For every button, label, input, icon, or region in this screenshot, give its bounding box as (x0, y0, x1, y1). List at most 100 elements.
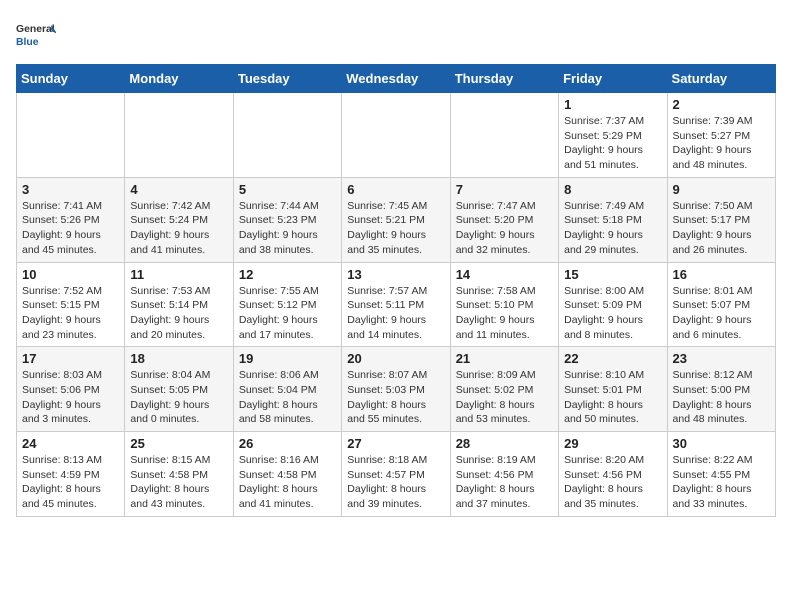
day-cell (233, 93, 341, 178)
day-cell: 2Sunrise: 7:39 AMSunset: 5:27 PMDaylight… (667, 93, 775, 178)
day-cell: 9 Sunrise: 7:50 AMSunset: 5:17 PMDaylight… (667, 177, 775, 262)
weekday-monday: Monday (125, 65, 233, 93)
day-number: 10 (22, 267, 119, 282)
day-info: Sunrise: 7:47 AMSunset: 5:20 PMDaylight:… (456, 199, 553, 258)
day-cell: 24 Sunrise: 8:13 AMSunset: 4:59 PMDayligh… (17, 432, 125, 517)
weekday-thursday: Thursday (450, 65, 558, 93)
day-number: 20 (347, 351, 444, 366)
day-number: 11 (130, 267, 227, 282)
day-number: 2 (673, 97, 770, 112)
day-cell: 26Sunrise: 8:16 AMSunset: 4:58 PMDayligh… (233, 432, 341, 517)
day-number: 15 (564, 267, 661, 282)
day-info: Sunrise: 8:00 AMSunset: 5:09 PMDaylight:… (564, 284, 661, 343)
day-number: 7 (456, 182, 553, 197)
day-cell: 18Sunrise: 8:04 AMSunset: 5:05 PMDayligh… (125, 347, 233, 432)
svg-text:Blue: Blue (16, 37, 39, 48)
weekday-tuesday: Tuesday (233, 65, 341, 93)
day-cell: 29 Sunrise: 8:20 AMSunset: 4:56 PMDayligh… (559, 432, 667, 517)
day-number: 17 (22, 351, 119, 366)
day-number: 22 (564, 351, 661, 366)
day-info: Sunrise: 8:20 AMSunset: 4:56 PMDaylight:… (564, 453, 661, 512)
day-info: Sunrise: 7:41 AMSunset: 5:26 PMDaylight:… (22, 199, 119, 258)
day-number: 24 (22, 436, 119, 451)
day-number: 21 (456, 351, 553, 366)
day-cell: 19 Sunrise: 8:06 AMSunset: 5:04 PMDayligh… (233, 347, 341, 432)
week-row-5: 24 Sunrise: 8:13 AMSunset: 4:59 PMDayligh… (17, 432, 776, 517)
day-info: Sunrise: 8:09 AMSunset: 5:02 PMDaylight:… (456, 368, 553, 427)
day-number: 8 (564, 182, 661, 197)
day-cell: 7 Sunrise: 7:47 AMSunset: 5:20 PMDaylight… (450, 177, 558, 262)
day-info: Sunrise: 7:49 AMSunset: 5:18 PMDaylight:… (564, 199, 661, 258)
day-number: 3 (22, 182, 119, 197)
day-info: Sunrise: 7:42 AMSunset: 5:24 PMDaylight:… (130, 199, 227, 258)
day-number: 16 (673, 267, 770, 282)
day-info: Sunrise: 8:10 AMSunset: 5:01 PMDaylight:… (564, 368, 661, 427)
day-cell: 15 Sunrise: 8:00 AMSunset: 5:09 PMDayligh… (559, 262, 667, 347)
day-cell: 5 Sunrise: 7:44 AMSunset: 5:23 PMDaylight… (233, 177, 341, 262)
day-cell: 22 Sunrise: 8:10 AMSunset: 5:01 PMDayligh… (559, 347, 667, 432)
week-row-1: 1 Sunrise: 7:37 AMSunset: 5:29 PMDaylight… (17, 93, 776, 178)
day-info: Sunrise: 7:55 AMSunset: 5:12 PMDaylight:… (239, 284, 336, 343)
logo-icon: General Blue (16, 16, 56, 56)
calendar-header: SundayMondayTuesdayWednesdayThursdayFrid… (17, 65, 776, 93)
day-cell: 21 Sunrise: 8:09 AMSunset: 5:02 PMDayligh… (450, 347, 558, 432)
week-row-4: 17 Sunrise: 8:03 AMSunset: 5:06 PMDayligh… (17, 347, 776, 432)
weekday-sunday: Sunday (17, 65, 125, 93)
day-info: Sunrise: 8:12 AMSunset: 5:00 PMDaylight:… (673, 368, 770, 427)
day-number: 18 (130, 351, 227, 366)
day-number: 6 (347, 182, 444, 197)
calendar: SundayMondayTuesdayWednesdayThursdayFrid… (16, 64, 776, 517)
day-number: 30 (673, 436, 770, 451)
day-info: Sunrise: 8:18 AMSunset: 4:57 PMDaylight:… (347, 453, 444, 512)
day-number: 5 (239, 182, 336, 197)
day-info: Sunrise: 8:13 AMSunset: 4:59 PMDaylight:… (22, 453, 119, 512)
day-number: 25 (130, 436, 227, 451)
day-number: 29 (564, 436, 661, 451)
day-info: Sunrise: 8:15 AMSunset: 4:58 PMDaylight:… (130, 453, 227, 512)
day-cell (450, 93, 558, 178)
day-number: 12 (239, 267, 336, 282)
day-cell (125, 93, 233, 178)
day-info: Sunrise: 7:52 AMSunset: 5:15 PMDaylight:… (22, 284, 119, 343)
day-info: Sunrise: 8:03 AMSunset: 5:06 PMDaylight:… (22, 368, 119, 427)
day-info: Sunrise: 8:22 AMSunset: 4:55 PMDaylight:… (673, 453, 770, 512)
week-row-2: 3 Sunrise: 7:41 AMSunset: 5:26 PMDaylight… (17, 177, 776, 262)
week-row-3: 10 Sunrise: 7:52 AMSunset: 5:15 PMDayligh… (17, 262, 776, 347)
day-info: Sunrise: 7:44 AMSunset: 5:23 PMDaylight:… (239, 199, 336, 258)
logo: General Blue (16, 16, 56, 56)
day-number: 28 (456, 436, 553, 451)
day-cell: 13Sunrise: 7:57 AMSunset: 5:11 PMDayligh… (342, 262, 450, 347)
day-cell: 14Sunrise: 7:58 AMSunset: 5:10 PMDayligh… (450, 262, 558, 347)
day-cell: 8 Sunrise: 7:49 AMSunset: 5:18 PMDaylight… (559, 177, 667, 262)
day-info: Sunrise: 8:01 AMSunset: 5:07 PMDaylight:… (673, 284, 770, 343)
day-cell: 6 Sunrise: 7:45 AMSunset: 5:21 PMDaylight… (342, 177, 450, 262)
day-cell (17, 93, 125, 178)
day-cell: 10 Sunrise: 7:52 AMSunset: 5:15 PMDayligh… (17, 262, 125, 347)
day-number: 27 (347, 436, 444, 451)
day-info: Sunrise: 8:06 AMSunset: 5:04 PMDaylight:… (239, 368, 336, 427)
day-number: 14 (456, 267, 553, 282)
day-info: Sunrise: 7:45 AMSunset: 5:21 PMDaylight:… (347, 199, 444, 258)
header: General Blue (16, 16, 776, 56)
day-number: 9 (673, 182, 770, 197)
day-cell: 3 Sunrise: 7:41 AMSunset: 5:26 PMDaylight… (17, 177, 125, 262)
weekday-wednesday: Wednesday (342, 65, 450, 93)
day-info: Sunrise: 7:37 AMSunset: 5:29 PMDaylight:… (564, 114, 661, 173)
day-cell: 11 Sunrise: 7:53 AMSunset: 5:14 PMDayligh… (125, 262, 233, 347)
day-number: 1 (564, 97, 661, 112)
day-number: 19 (239, 351, 336, 366)
day-cell: 17 Sunrise: 8:03 AMSunset: 5:06 PMDayligh… (17, 347, 125, 432)
day-info: Sunrise: 7:53 AMSunset: 5:14 PMDaylight:… (130, 284, 227, 343)
day-number: 26 (239, 436, 336, 451)
day-cell: 12 Sunrise: 7:55 AMSunset: 5:12 PMDayligh… (233, 262, 341, 347)
day-info: Sunrise: 7:50 AMSunset: 5:17 PMDaylight:… (673, 199, 770, 258)
day-info: Sunrise: 8:07 AMSunset: 5:03 PMDaylight:… (347, 368, 444, 427)
weekday-row: SundayMondayTuesdayWednesdayThursdayFrid… (17, 65, 776, 93)
day-cell: 25 Sunrise: 8:15 AMSunset: 4:58 PMDayligh… (125, 432, 233, 517)
day-number: 13 (347, 267, 444, 282)
weekday-friday: Friday (559, 65, 667, 93)
svg-text:General: General (16, 24, 55, 35)
day-number: 23 (673, 351, 770, 366)
day-cell: 4 Sunrise: 7:42 AMSunset: 5:24 PMDaylight… (125, 177, 233, 262)
day-number: 4 (130, 182, 227, 197)
